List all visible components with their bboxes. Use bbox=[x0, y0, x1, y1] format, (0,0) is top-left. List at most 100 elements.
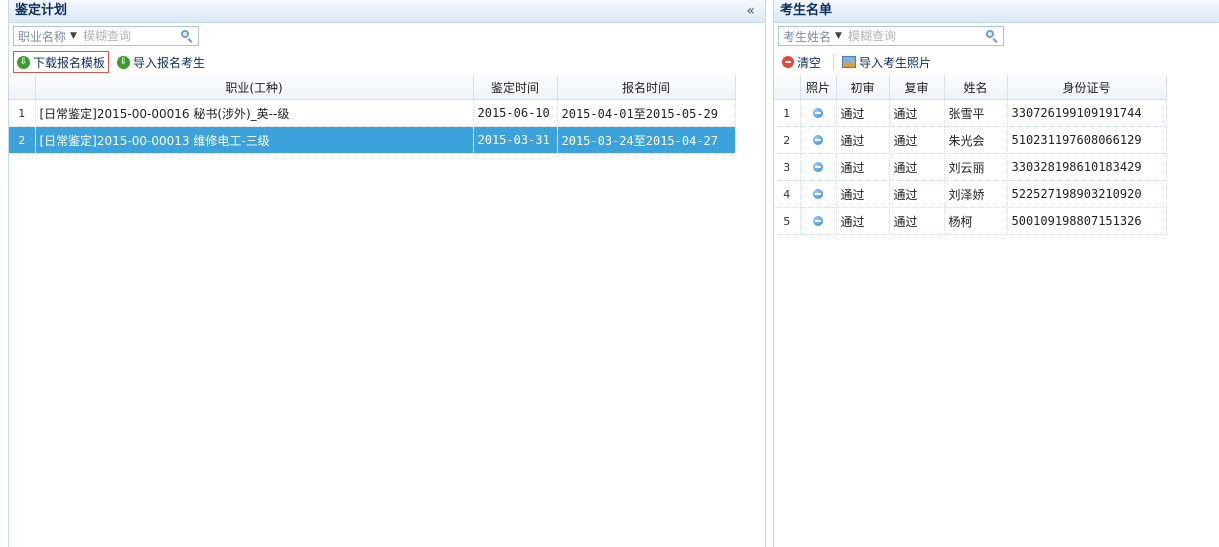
second-review-cell: 通过 bbox=[889, 99, 945, 127]
photo-info-icon[interactable] bbox=[813, 162, 823, 172]
candidate-toolbar: 清空 导入考生照片 bbox=[774, 49, 1219, 75]
column-header-photo[interactable]: 照片 bbox=[800, 75, 837, 100]
candidate-panel: 考生名单 考生姓名 ▼ 清空 导入考生照片 照片 bbox=[773, 0, 1219, 547]
plan-search-field-label: 职业名称 bbox=[18, 29, 67, 44]
column-header-second-review[interactable]: 复审 bbox=[889, 75, 945, 100]
second-review-cell: 通过 bbox=[889, 153, 945, 181]
name-cell: 杨柯 bbox=[944, 207, 1008, 235]
photo-cell[interactable] bbox=[800, 99, 837, 127]
table-row[interactable]: 1 通过 通过 张雪平 330726199109191744 bbox=[774, 99, 1167, 127]
minus-circle-icon bbox=[782, 56, 794, 68]
candidate-panel-header: 考生名单 bbox=[774, 0, 1219, 23]
row-number-header bbox=[774, 75, 801, 100]
plan-table: 职业(工种) 鉴定时间 报名时间 1 [日常鉴定]2015-00-00016 秘… bbox=[9, 75, 736, 154]
table-row[interactable]: 4 通过 通过 刘泽娇 522527198903210920 bbox=[774, 180, 1167, 208]
photo-icon bbox=[842, 56, 857, 68]
table-row[interactable]: 2 通过 通过 朱光会 510231197608066129 bbox=[774, 126, 1167, 154]
occupation-cell: [日常鉴定]2015-00-00013 维修电工-三级 bbox=[35, 126, 474, 154]
first-review-cell: 通过 bbox=[836, 126, 890, 154]
download-template-label: 下载报名模板 bbox=[33, 55, 106, 70]
import-candidates-label: 导入报名考生 bbox=[133, 55, 206, 70]
row-number: 1 bbox=[9, 99, 36, 127]
id-number-cell: 330328198610183429 bbox=[1007, 153, 1167, 181]
plan-panel-header: 鉴定计划 « bbox=[9, 0, 765, 23]
table-row[interactable]: 5 通过 通过 杨柯 500109198807151326 bbox=[774, 207, 1167, 235]
candidate-search-row: 考生姓名 ▼ bbox=[774, 23, 1219, 49]
candidate-search-input[interactable] bbox=[845, 28, 986, 44]
plan-toolbar: ⇩ 下载报名模板 ⇩ 导入报名考生 bbox=[9, 49, 765, 75]
row-number: 5 bbox=[774, 207, 801, 235]
candidate-search-field-select[interactable]: 考生姓名 ▼ bbox=[779, 28, 846, 45]
row-number: 1 bbox=[774, 99, 801, 127]
photo-info-icon[interactable] bbox=[813, 108, 823, 118]
photo-cell[interactable] bbox=[800, 153, 837, 181]
column-header-id-number[interactable]: 身份证号 bbox=[1007, 75, 1167, 100]
second-review-cell: 通过 bbox=[889, 180, 945, 208]
exam-date-cell: 2015-06-10 bbox=[473, 99, 558, 127]
candidate-panel-title: 考生名单 bbox=[780, 3, 833, 18]
registration-cell: 2015-03-24至2015-04-27 bbox=[557, 126, 736, 154]
toolbar-divider bbox=[833, 54, 835, 70]
import-photos-button[interactable]: 导入考生照片 bbox=[838, 51, 935, 73]
row-number: 2 bbox=[9, 126, 36, 154]
photo-info-icon[interactable] bbox=[813, 135, 823, 145]
table-row-selected[interactable]: 2 [日常鉴定]2015-00-00013 维修电工-三级 2015-03-31… bbox=[9, 126, 736, 154]
name-cell: 朱光会 bbox=[944, 126, 1008, 154]
row-number: 2 bbox=[774, 126, 801, 154]
first-review-cell: 通过 bbox=[836, 99, 890, 127]
first-review-cell: 通过 bbox=[836, 207, 890, 235]
id-number-cell: 330726199109191744 bbox=[1007, 99, 1167, 127]
plan-table-header: 职业(工种) 鉴定时间 报名时间 bbox=[9, 75, 736, 100]
photo-info-icon[interactable] bbox=[813, 216, 823, 226]
column-header-first-review[interactable]: 初审 bbox=[836, 75, 890, 100]
collapse-panel-icon[interactable]: « bbox=[746, 0, 755, 22]
first-review-cell: 通过 bbox=[836, 153, 890, 181]
import-icon: ⇩ bbox=[117, 55, 131, 69]
plan-search-box: 职业名称 ▼ bbox=[13, 26, 199, 46]
column-header-name[interactable]: 姓名 bbox=[944, 75, 1008, 100]
exam-date-cell: 2015-03-31 bbox=[473, 126, 558, 154]
candidate-table-header: 照片 初审 复审 姓名 身份证号 bbox=[774, 75, 1167, 100]
download-icon: ⇩ bbox=[17, 55, 30, 69]
plan-panel-title: 鉴定计划 bbox=[15, 3, 68, 18]
id-number-cell: 500109198807151326 bbox=[1007, 207, 1167, 235]
second-review-cell: 通过 bbox=[889, 207, 945, 235]
name-cell: 刘泽娇 bbox=[944, 180, 1008, 208]
registration-cell: 2015-04-01至2015-05-29 bbox=[557, 99, 736, 127]
name-cell: 张雪平 bbox=[944, 99, 1008, 127]
id-number-cell: 522527198903210920 bbox=[1007, 180, 1167, 208]
row-number: 4 bbox=[774, 180, 801, 208]
second-review-cell: 通过 bbox=[889, 126, 945, 154]
clear-label: 清空 bbox=[797, 55, 822, 70]
candidate-search-box: 考生姓名 ▼ bbox=[778, 26, 1004, 46]
photo-cell[interactable] bbox=[800, 126, 837, 154]
id-number-cell: 510231197608066129 bbox=[1007, 126, 1167, 154]
download-template-button[interactable]: ⇩ 下载报名模板 bbox=[13, 51, 110, 73]
import-candidates-button[interactable]: ⇩ 导入报名考生 bbox=[113, 51, 209, 73]
photo-cell[interactable] bbox=[800, 207, 837, 235]
column-header-exam-date[interactable]: 鉴定时间 bbox=[473, 75, 558, 100]
table-row[interactable]: 1 [日常鉴定]2015-00-00016 秘书(涉外)_英--级 2015-0… bbox=[9, 99, 736, 127]
photo-cell[interactable] bbox=[800, 180, 837, 208]
chevron-down-icon: ▼ bbox=[835, 31, 842, 41]
first-review-cell: 通过 bbox=[836, 180, 890, 208]
candidate-table: 照片 初审 复审 姓名 身份证号 1 通过 通过 张雪平 33072619910… bbox=[774, 75, 1167, 235]
plan-panel: 鉴定计划 « 职业名称 ▼ ⇩ 下载报名模板 ⇩ 导入报名考生 职业 bbox=[8, 0, 766, 547]
import-photos-label: 导入考生照片 bbox=[859, 55, 932, 70]
candidate-search-field-label: 考生姓名 bbox=[783, 29, 832, 44]
clear-button[interactable]: 清空 bbox=[778, 51, 825, 73]
column-header-occupation[interactable]: 职业(工种) bbox=[35, 75, 474, 100]
chevron-down-icon: ▼ bbox=[70, 31, 77, 41]
search-icon[interactable] bbox=[985, 29, 999, 43]
table-row[interactable]: 3 通过 通过 刘云丽 330328198610183429 bbox=[774, 153, 1167, 181]
column-header-registration[interactable]: 报名时间 bbox=[557, 75, 736, 100]
name-cell: 刘云丽 bbox=[944, 153, 1008, 181]
occupation-cell: [日常鉴定]2015-00-00016 秘书(涉外)_英--级 bbox=[35, 99, 474, 127]
plan-search-input[interactable] bbox=[80, 28, 181, 44]
plan-search-field-select[interactable]: 职业名称 ▼ bbox=[14, 28, 81, 45]
row-number: 3 bbox=[774, 153, 801, 181]
search-icon[interactable] bbox=[180, 29, 194, 43]
plan-search-row: 职业名称 ▼ bbox=[9, 23, 765, 49]
row-number-header bbox=[9, 75, 36, 100]
photo-info-icon[interactable] bbox=[813, 189, 823, 199]
